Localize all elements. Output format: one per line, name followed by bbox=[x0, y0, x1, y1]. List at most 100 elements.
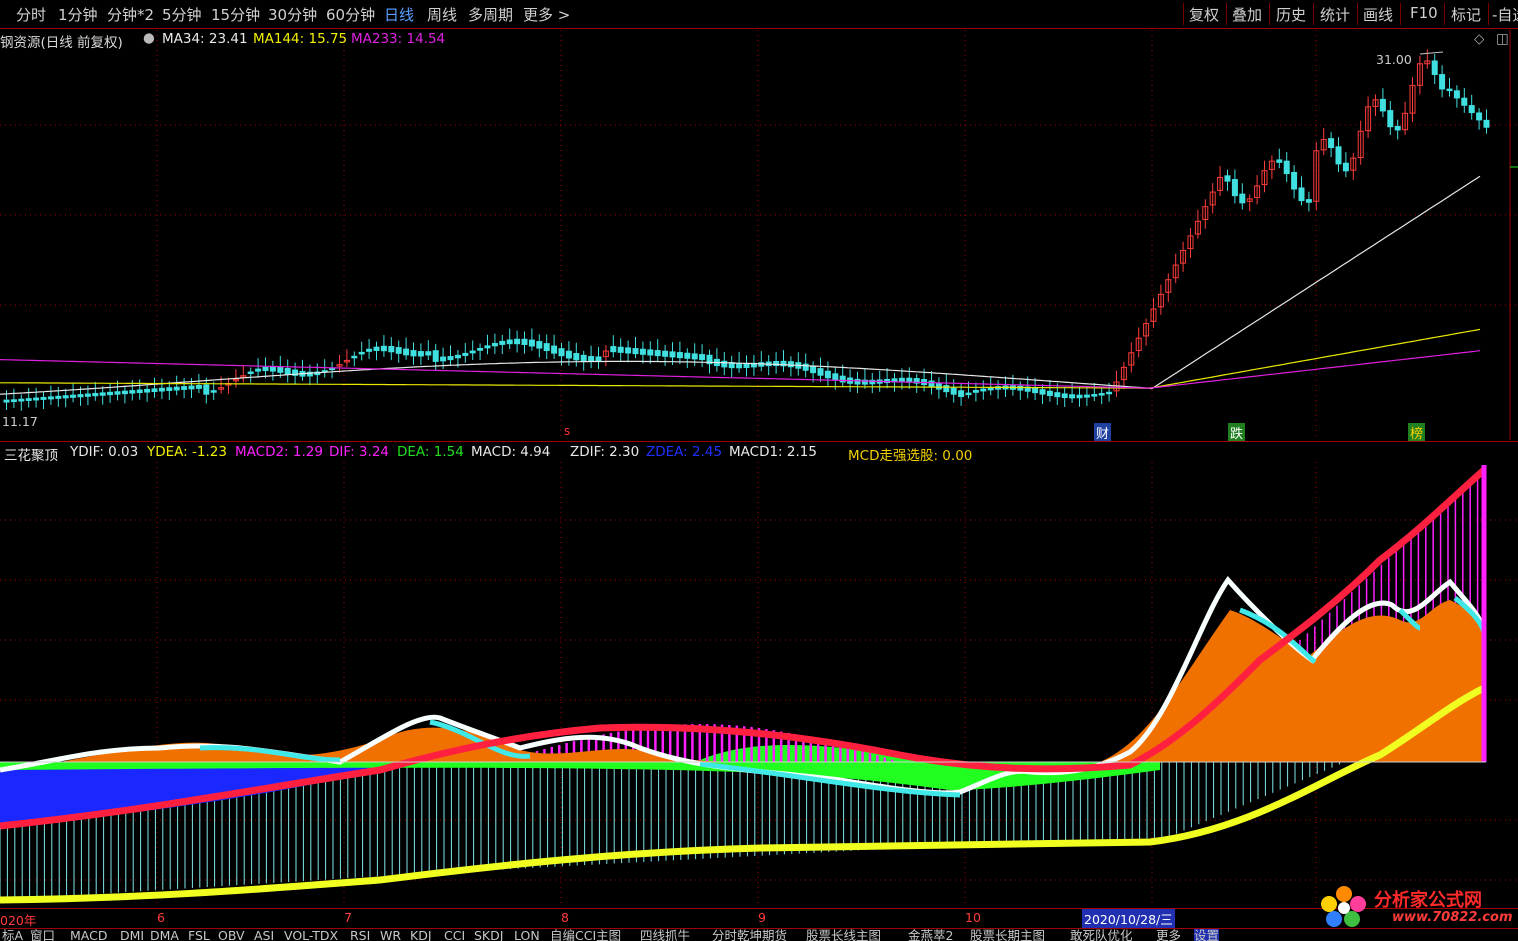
period-60min[interactable]: 60分钟 bbox=[326, 4, 375, 25]
axis-month-9: 9 bbox=[758, 910, 766, 925]
candle-body bbox=[610, 346, 617, 353]
period-multi[interactable]: 多周期 bbox=[468, 4, 513, 25]
overlay-button[interactable]: 叠加 bbox=[1232, 4, 1262, 25]
candle-body bbox=[269, 366, 276, 372]
stats-button[interactable]: 统计 bbox=[1320, 4, 1350, 25]
ma34-line bbox=[0, 175, 1481, 395]
settings-circle-icon[interactable]: ● bbox=[143, 30, 155, 46]
tab-14[interactable]: LON bbox=[514, 929, 540, 941]
tab-12[interactable]: CCI bbox=[444, 929, 465, 941]
candle-body bbox=[40, 396, 47, 400]
diamond-icon[interactable]: ◇ bbox=[1474, 31, 1484, 47]
f10-button[interactable]: F10 bbox=[1410, 4, 1438, 22]
dea-label: DEA: 1.54 bbox=[397, 444, 464, 460]
candle-body bbox=[454, 354, 461, 359]
window-icon[interactable]: ◫ bbox=[1496, 31, 1509, 47]
candle-body bbox=[1298, 187, 1305, 202]
tab-19[interactable]: 金燕萃2 bbox=[908, 929, 953, 941]
period-5min[interactable]: 5分钟 bbox=[162, 4, 202, 25]
candle-body bbox=[425, 351, 432, 356]
history-button[interactable]: 历史 bbox=[1276, 4, 1306, 25]
candle-body bbox=[403, 348, 410, 356]
period-1min[interactable]: 1分钟 bbox=[58, 4, 98, 25]
watermark-url: www.70822.com bbox=[1392, 910, 1513, 925]
axis-month-10: 10 bbox=[965, 910, 981, 925]
candle-body bbox=[1017, 385, 1024, 391]
candle-body bbox=[410, 350, 417, 357]
candle-body bbox=[1468, 105, 1475, 114]
tab-18[interactable]: 股票长线主图 bbox=[806, 929, 881, 941]
tab-8[interactable]: VOL-TDX bbox=[284, 929, 338, 941]
watermark-logo: 分析家公式网 www.70822.com bbox=[1318, 884, 1518, 928]
candle-body bbox=[84, 393, 91, 397]
tab-1[interactable]: 窗口 bbox=[30, 929, 55, 941]
finance-marker[interactable]: 财 bbox=[1094, 423, 1112, 442]
candle-body bbox=[33, 397, 40, 401]
candle-body bbox=[136, 389, 143, 394]
chart-canvas[interactable] bbox=[0, 0, 1518, 928]
divider bbox=[1488, 3, 1489, 25]
candle-body bbox=[1291, 171, 1298, 190]
s-marker[interactable]: s bbox=[562, 424, 572, 438]
candle-body bbox=[77, 394, 84, 398]
mark-button[interactable]: 标记 bbox=[1451, 4, 1481, 25]
tab-23[interactable]: 设置 bbox=[1194, 929, 1220, 941]
high-arrow bbox=[1419, 51, 1444, 55]
tab-16[interactable]: 四线抓牛 bbox=[640, 929, 690, 941]
tab-9[interactable]: RSI bbox=[350, 929, 370, 941]
period-weekly[interactable]: 周线 bbox=[427, 4, 457, 25]
restore-right-button[interactable]: 复权 bbox=[1189, 4, 1219, 25]
rank-marker[interactable]: 榜 bbox=[1408, 423, 1426, 442]
tab-20[interactable]: 股票长期主图 bbox=[970, 929, 1045, 941]
candle-body bbox=[1106, 391, 1113, 395]
candle-body bbox=[736, 362, 743, 369]
tab-10[interactable]: WR bbox=[380, 929, 401, 941]
candle-body bbox=[950, 387, 957, 395]
candle-body bbox=[388, 346, 395, 353]
tab-6[interactable]: OBV bbox=[218, 929, 245, 941]
candle-body bbox=[854, 378, 861, 385]
period-daily[interactable]: 日线 bbox=[384, 4, 414, 25]
candle-body bbox=[669, 351, 676, 358]
candle-body bbox=[1342, 162, 1349, 172]
tab-21[interactable]: 敢死队优化 bbox=[1070, 929, 1133, 941]
tab-13[interactable]: SKDJ bbox=[474, 929, 503, 941]
candle-body bbox=[1046, 390, 1053, 397]
tab-22[interactable]: 更多 bbox=[1156, 929, 1181, 941]
tab-5[interactable]: FSL bbox=[188, 929, 210, 941]
tab-7[interactable]: ASI bbox=[254, 929, 274, 941]
period-more[interactable]: 更多 > bbox=[523, 4, 570, 25]
candle-body bbox=[1328, 138, 1335, 149]
candle-body bbox=[684, 352, 691, 359]
macd1-label: MACD1: 2.15 bbox=[729, 444, 817, 460]
period-fenshi[interactable]: 分时 bbox=[16, 4, 46, 25]
candle-body bbox=[824, 370, 831, 379]
candle-body bbox=[543, 343, 550, 352]
tab-3[interactable]: DMI bbox=[120, 929, 144, 941]
candle-body bbox=[521, 338, 528, 346]
tab-11[interactable]: KDJ bbox=[410, 929, 432, 941]
draw-line-button[interactable]: 画线 bbox=[1363, 4, 1393, 25]
period-2min[interactable]: 分钟*2 bbox=[107, 4, 154, 25]
candle-body bbox=[1224, 175, 1231, 182]
period-15min[interactable]: 15分钟 bbox=[211, 4, 260, 25]
tab-0[interactable]: 标A bbox=[2, 929, 23, 941]
candle-body bbox=[558, 348, 565, 357]
candle-body bbox=[810, 365, 817, 374]
candle-body bbox=[928, 380, 935, 388]
watchlist-button[interactable]: -自选 bbox=[1492, 4, 1518, 25]
tab-15[interactable]: 自编CCI主图 bbox=[550, 929, 621, 941]
divider bbox=[1313, 3, 1314, 25]
tab-2[interactable]: MACD bbox=[70, 929, 107, 941]
candle-body bbox=[528, 339, 535, 347]
candle-body bbox=[1069, 394, 1076, 399]
tab-17[interactable]: 分时乾坤期货 bbox=[712, 929, 787, 941]
candle-body bbox=[499, 340, 506, 345]
drop-marker[interactable]: 跌 bbox=[1228, 423, 1246, 442]
axis-month-7: 7 bbox=[344, 910, 352, 925]
divider bbox=[1444, 3, 1445, 25]
period-30min[interactable]: 30分钟 bbox=[268, 4, 317, 25]
tab-4[interactable]: DMA bbox=[150, 929, 179, 941]
candle-body bbox=[551, 345, 558, 354]
candle-body bbox=[506, 339, 513, 345]
